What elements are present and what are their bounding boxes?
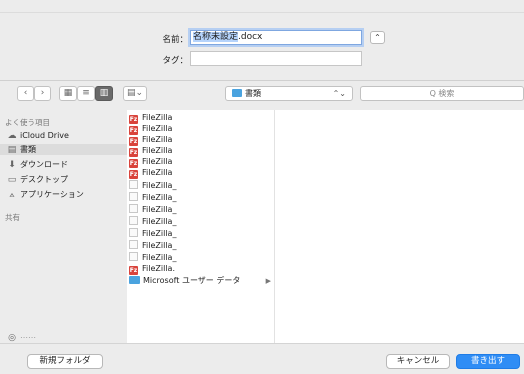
export-button[interactable]: 書き出す <box>456 354 520 369</box>
filezilla-icon: Fz <box>129 148 138 157</box>
folder-row[interactable]: Microsoft ユーザー データ ▶ <box>129 276 273 286</box>
save-header: 名前： 名称未設定.docx ⌃ タグ： <box>0 0 524 81</box>
filezilla-icon: Fz <box>129 266 138 275</box>
filezilla-icon: Fz <box>129 126 138 135</box>
filezilla-icon: Fz <box>129 115 138 124</box>
cloud-icon: ☁ <box>7 131 17 141</box>
tag-label: タグ： <box>162 56 188 66</box>
applications-icon: ⟑ <box>9 190 15 200</box>
desktop-icon: ▭ <box>7 175 17 185</box>
file-name: FileZilla <box>142 113 173 122</box>
filezilla-icon: Fz <box>129 159 138 168</box>
forward-button[interactable]: › <box>34 86 51 101</box>
name-label: 名前： <box>162 35 188 45</box>
file-name: FileZilla_ <box>142 181 177 190</box>
new-folder-button[interactable]: 新規フォルダ <box>27 354 103 369</box>
file-name: FileZilla <box>142 135 173 144</box>
filename-input[interactable]: 名称未設定.docx <box>190 30 362 45</box>
file-name: FileZilla <box>142 157 173 166</box>
filezilla-icon: Fz <box>129 170 138 179</box>
file-row[interactable]: FileZilla_ <box>129 192 273 202</box>
file-name: FileZilla <box>142 146 173 155</box>
shared-header: 共有 <box>5 213 20 222</box>
file-row[interactable]: FileZilla_ <box>129 228 273 238</box>
preview-column <box>275 110 524 343</box>
filezilla-icon: Fz <box>129 137 138 146</box>
sidebar-item-icloud[interactable]: ☁ iCloud Drive <box>7 130 69 141</box>
document-file-icon <box>129 216 138 225</box>
file-name: FileZilla_ <box>142 253 177 262</box>
file-name: FileZilla_ <box>142 205 177 214</box>
file-row[interactable]: Fz FileZilla. <box>129 264 273 275</box>
file-name: FileZilla <box>142 124 173 133</box>
sidebar-item-label: 書類 <box>20 145 36 154</box>
file-row[interactable]: Fz FileZilla <box>129 135 273 146</box>
sidebar-item-label: ⋯⋯ <box>20 333 36 342</box>
sidebar-item-label: ダウンロード <box>20 160 68 169</box>
sidebar-item-applications[interactable]: ⟑ アプリケーション <box>7 189 84 200</box>
document-icon: ▤ <box>7 145 17 155</box>
filename-selected-text: 名称未設定 <box>193 32 239 42</box>
file-name: FileZilla. <box>142 264 175 273</box>
browser-toolbar: ‹ › ▦ ≡ ▥ ▤⌄ 書類 ⌃⌄ Q 検索 <box>0 86 524 104</box>
disclosure-arrow-icon: ▶ <box>265 277 271 285</box>
list-view-button[interactable]: ≡ <box>77 86 95 101</box>
download-icon: ⬇ <box>8 160 16 170</box>
sidebar-item-downloads[interactable]: ⬇ ダウンロード <box>7 159 68 170</box>
sidebar-item-label: デスクトップ <box>20 175 68 184</box>
folder-icon <box>232 89 242 97</box>
tag-input[interactable] <box>190 51 362 66</box>
file-name: FileZilla_ <box>142 193 177 202</box>
search-input[interactable]: Q 検索 <box>360 86 524 101</box>
cancel-button[interactable]: キャンセル <box>386 354 450 369</box>
file-row[interactable]: FileZilla_ <box>129 180 273 190</box>
document-file-icon <box>129 180 138 189</box>
sidebar-item-label: アプリケーション <box>20 190 84 199</box>
dialog-footer: 新規フォルダ キャンセル 書き出す <box>0 343 524 374</box>
folder-icon <box>129 276 140 284</box>
file-row[interactable]: Fz FileZilla <box>129 124 273 135</box>
back-button[interactable]: ‹ <box>17 86 34 101</box>
file-row[interactable]: FileZilla_ <box>129 204 273 214</box>
file-row[interactable]: Fz FileZilla <box>129 146 273 157</box>
sidebar-item-documents[interactable]: ▤ 書類 <box>0 144 127 155</box>
folder-name: Microsoft ユーザー データ <box>143 276 241 285</box>
file-row[interactable]: Fz FileZilla <box>129 157 273 168</box>
file-name: FileZilla_ <box>142 241 177 250</box>
file-row[interactable]: FileZilla_ <box>129 240 273 250</box>
favorites-header: よく使う項目 <box>5 118 50 127</box>
save-dialog: 名前： 名称未設定.docx ⌃ タグ： ‹ › ▦ ≡ ▥ ▤⌄ 書類 ⌃⌄ … <box>0 0 524 374</box>
file-name: FileZilla_ <box>142 217 177 226</box>
icon-view-button[interactable]: ▦ <box>59 86 77 101</box>
location-label: 書類 <box>245 89 261 98</box>
sidebar-item-partial[interactable]: ◎ ⋯⋯ <box>7 332 36 343</box>
file-name: FileZilla_ <box>142 229 177 238</box>
gallery-view-menu[interactable]: ▤⌄ <box>123 86 147 101</box>
document-file-icon <box>129 228 138 237</box>
document-file-icon <box>129 240 138 249</box>
file-row[interactable]: FileZilla_ <box>129 252 273 262</box>
file-row[interactable]: FileZilla_ <box>129 216 273 226</box>
file-row[interactable]: Fz FileZilla <box>129 113 273 124</box>
sidebar-item-label: iCloud Drive <box>20 131 69 140</box>
document-file-icon <box>129 204 138 213</box>
file-name: FileZilla <box>142 168 173 177</box>
location-select[interactable]: 書類 ⌃⌄ <box>225 86 353 101</box>
document-file-icon <box>129 252 138 261</box>
document-file-icon <box>129 192 138 201</box>
sidebar: よく使う項目 ☁ iCloud Drive ▤ 書類 ⬇ ダウンロード ▭ デスクトップ… <box>0 110 127 343</box>
expand-dialog-button[interactable]: ⌃ <box>370 31 385 44</box>
file-column: Fz FileZilla Fz FileZilla Fz FileZilla Fz Fi… <box>127 110 275 343</box>
file-row[interactable]: Fz FileZilla <box>129 168 273 179</box>
header-divider <box>0 12 524 13</box>
chevron-updown-icon: ⌃⌄ <box>332 89 346 98</box>
filename-extension: .docx <box>238 32 263 42</box>
sidebar-item-desktop[interactable]: ▭ デスクトップ <box>7 174 68 185</box>
column-view-button[interactable]: ▥ <box>95 86 113 101</box>
